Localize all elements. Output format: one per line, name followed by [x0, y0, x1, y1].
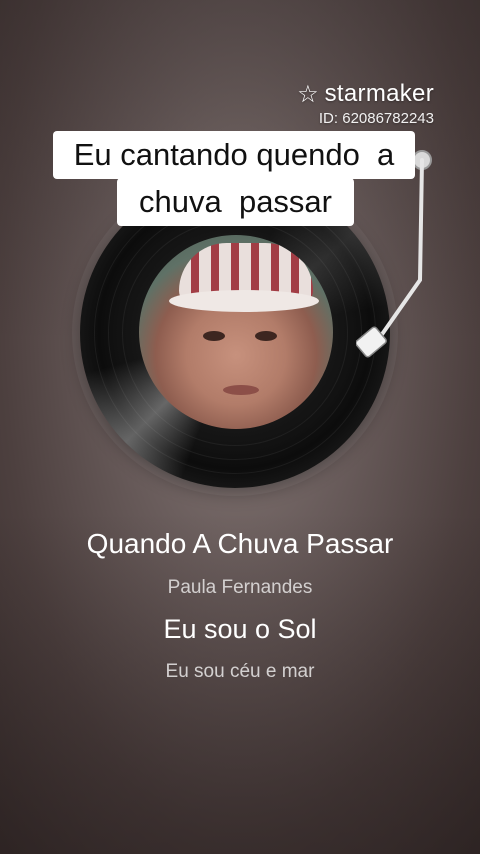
- starmaker-watermark: ☆ starmaker ID: 62086782243: [297, 80, 434, 127]
- lyric-next-line: Eu sou céu e mar: [165, 661, 315, 682]
- eye-shape: [255, 331, 277, 341]
- cap-brim: [169, 290, 319, 312]
- lyric-current-line: Eu sou o Sol: [163, 614, 317, 644]
- caption-line-1: Eu cantando quendo a: [53, 131, 415, 179]
- song-title: Quando A Chuva Passar: [86, 528, 394, 559]
- eye-shape: [203, 331, 225, 341]
- singer-photo: [139, 235, 333, 429]
- user-id: ID: 62086782243: [318, 110, 434, 127]
- caption-line-2: chuva passar: [117, 178, 354, 226]
- brand-name: starmaker: [324, 80, 434, 107]
- starmaker-star-icon: ☆: [297, 80, 319, 108]
- song-artist: Paula Fernandes: [167, 577, 313, 598]
- tonearm-icon: [356, 150, 432, 358]
- mouth-shape: [223, 385, 259, 395]
